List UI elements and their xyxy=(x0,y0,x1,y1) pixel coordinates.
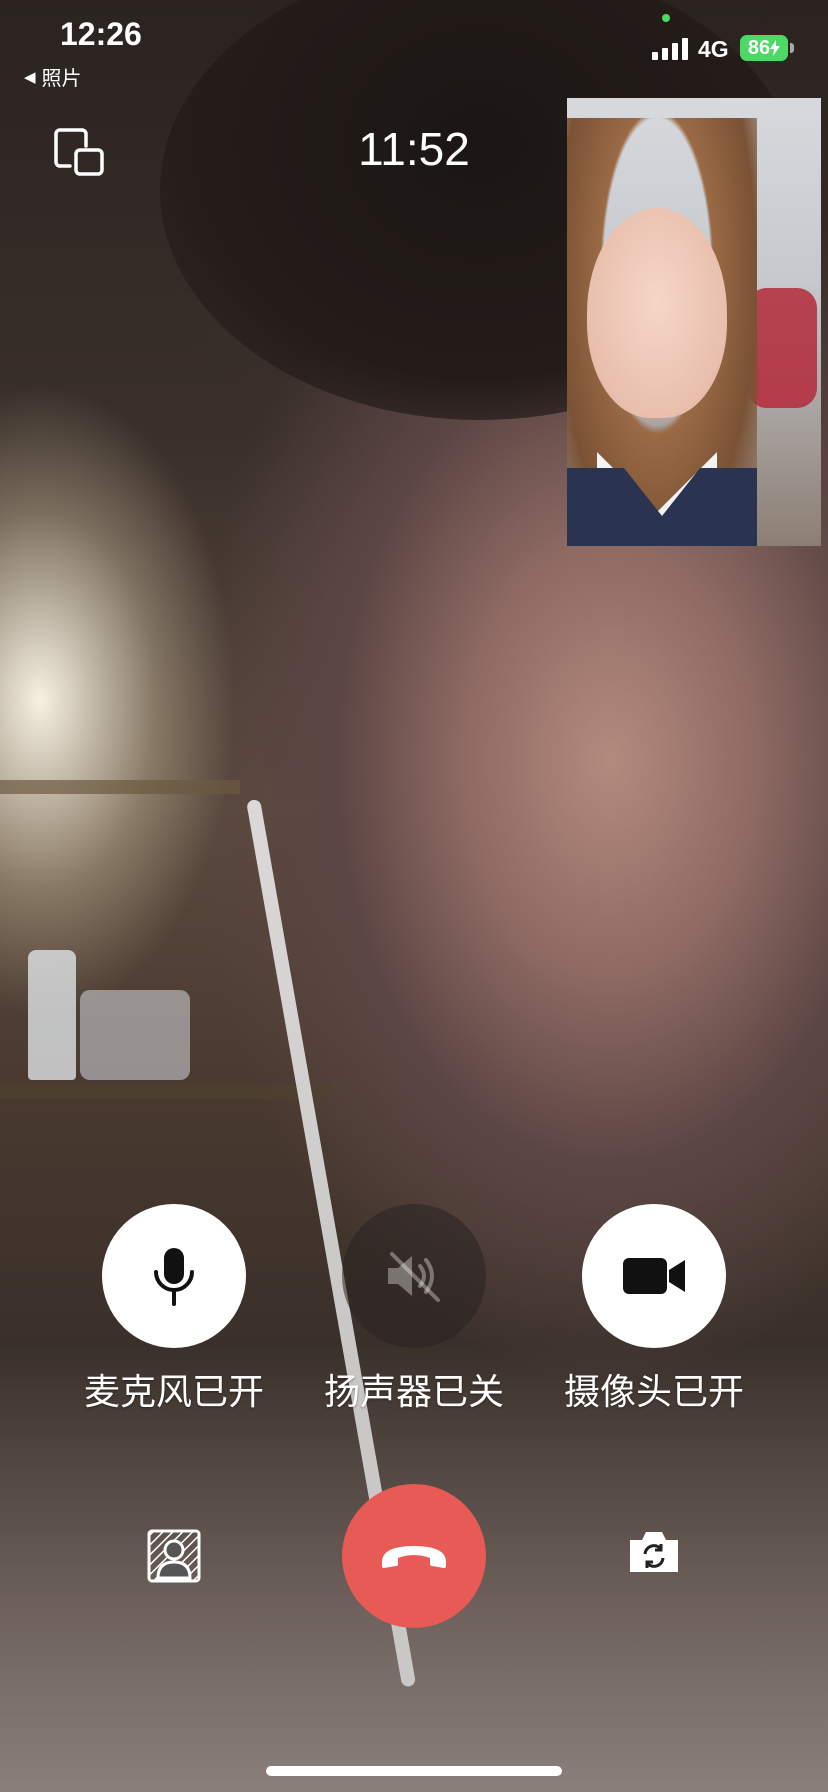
background-shelf xyxy=(0,1085,330,1099)
battery-tip xyxy=(790,43,794,53)
charging-bolt-icon xyxy=(770,40,781,56)
cellular-signal-icon xyxy=(652,38,688,60)
speaker-status-label: 扬声器已关 xyxy=(323,1372,504,1413)
camera-toggle-button[interactable] xyxy=(582,1204,726,1348)
call-duration: 11:52 xyxy=(358,123,470,175)
background-tissue-box xyxy=(80,990,190,1080)
speaker-toggle-button[interactable] xyxy=(342,1204,486,1348)
back-app-label: 照片 xyxy=(41,66,82,90)
battery-icon: 86 xyxy=(740,35,788,61)
self-preview-red-coat xyxy=(747,288,817,408)
video-camera-icon xyxy=(623,1258,685,1294)
minimize-window-icon xyxy=(54,128,104,176)
network-type: 4G xyxy=(698,36,729,62)
hang-up-phone-icon xyxy=(382,1546,446,1568)
home-indicator[interactable] xyxy=(266,1766,562,1776)
video-call-screen: 12:26 ◀ 照片 4G 86 11:52 麦克风已开 扬声器已关 摄像头已开 xyxy=(0,0,828,1792)
background-blur-button[interactable] xyxy=(146,1528,202,1584)
back-to-app-link[interactable]: ◀ 照片 xyxy=(24,62,82,91)
speaker-muted-icon xyxy=(388,1252,440,1302)
microphone-toggle-button[interactable] xyxy=(102,1204,246,1348)
background-shelf xyxy=(0,780,240,794)
self-video-preview[interactable] xyxy=(567,98,821,546)
background-bottle xyxy=(28,950,76,1080)
microphone-icon xyxy=(154,1248,194,1306)
status-bar: 12:26 ◀ 照片 4G 86 xyxy=(0,0,828,96)
camera-status-label: 摄像头已开 xyxy=(563,1372,744,1413)
microphone-status-label: 麦克风已开 xyxy=(83,1372,264,1413)
battery-level: 86 xyxy=(747,36,771,59)
minimize-call-button[interactable] xyxy=(52,124,108,180)
back-triangle-icon: ◀ xyxy=(24,67,36,86)
switch-camera-button[interactable] xyxy=(626,1528,682,1584)
status-time: 12:26 xyxy=(60,16,142,52)
background-blur-icon xyxy=(147,1529,201,1583)
switch-camera-icon xyxy=(630,1532,678,1572)
self-preview-face xyxy=(587,208,727,418)
hang-up-button[interactable] xyxy=(342,1484,486,1628)
camera-in-use-indicator xyxy=(662,14,670,22)
